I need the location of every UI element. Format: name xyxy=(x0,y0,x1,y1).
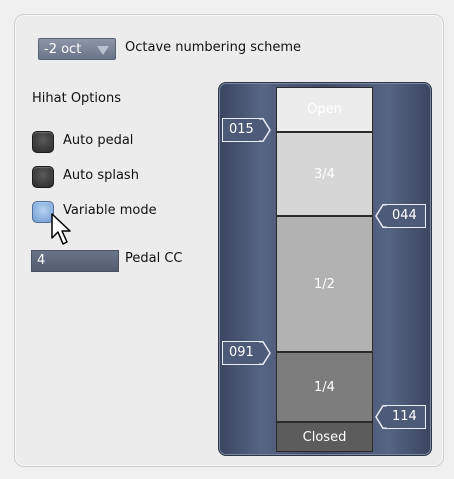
threshold-right-2-value: 114 xyxy=(392,409,417,424)
variable-mode-label: Variable mode xyxy=(63,203,157,218)
threshold-pointer-left-icon xyxy=(375,203,387,228)
octave-scheme-value: -2 oct xyxy=(44,42,82,57)
zone-open-label: Open xyxy=(307,102,342,117)
zone-quarter-label: 1/4 xyxy=(314,379,335,395)
zone-three-quarter-label: 3/4 xyxy=(314,166,335,182)
zone-open[interactable]: Open xyxy=(276,87,373,132)
threshold-right-1[interactable]: 044 xyxy=(375,203,426,228)
threshold-left-1[interactable]: 015 xyxy=(222,117,271,142)
auto-splash-label: Auto splash xyxy=(63,168,139,183)
auto-pedal-label: Auto pedal xyxy=(63,133,134,148)
threshold-left-2[interactable]: 091 xyxy=(222,340,271,365)
threshold-pointer-left-icon xyxy=(375,404,387,429)
hihat-options-heading: Hihat Options xyxy=(32,91,121,106)
zone-half[interactable]: 1/2 xyxy=(276,216,373,352)
mouse-pointer-icon xyxy=(51,213,71,245)
auto-pedal-checkbox[interactable] xyxy=(32,131,54,153)
auto-splash-checkbox[interactable] xyxy=(32,166,54,188)
threshold-right-2[interactable]: 114 xyxy=(375,404,426,429)
threshold-right-1-value: 044 xyxy=(392,208,417,223)
zone-three-quarter[interactable]: 3/4 xyxy=(276,132,373,216)
octave-scheme-label: Octave numbering scheme xyxy=(125,40,302,55)
zone-closed[interactable]: Closed xyxy=(276,422,373,452)
threshold-left-2-value: 091 xyxy=(229,345,254,360)
threshold-pointer-right-icon xyxy=(259,340,271,365)
chevron-down-icon[interactable] xyxy=(97,46,109,55)
octave-scheme-select[interactable]: -2 oct xyxy=(38,38,116,60)
zone-closed-label: Closed xyxy=(302,429,347,445)
zone-quarter[interactable]: 1/4 xyxy=(276,352,373,422)
pedal-cc-label: Pedal CC xyxy=(125,251,183,266)
threshold-pointer-right-icon xyxy=(259,117,271,142)
pedal-cc-input[interactable]: 4 xyxy=(31,250,119,272)
threshold-left-1-value: 015 xyxy=(229,122,254,137)
zone-half-label: 1/2 xyxy=(314,276,335,292)
pedal-cc-value: 4 xyxy=(37,253,46,268)
